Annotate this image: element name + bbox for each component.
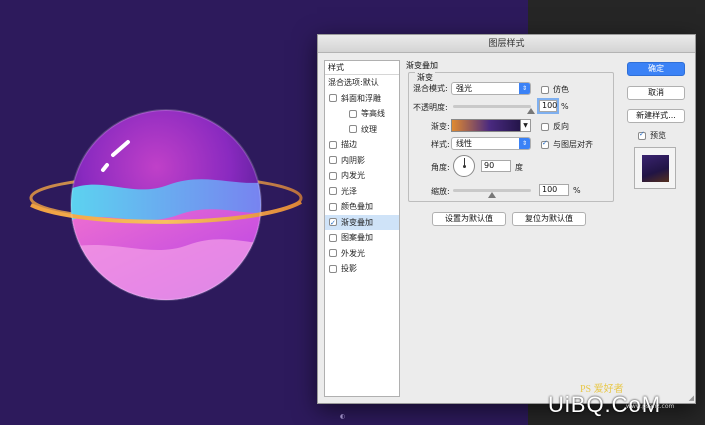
reverse-box[interactable] bbox=[541, 122, 549, 131]
gradient-dropdown[interactable]: ▼ bbox=[521, 119, 531, 132]
blend-mode-select[interactable]: 强光 ⇕ bbox=[451, 82, 531, 95]
style-checkbox[interactable] bbox=[329, 171, 337, 180]
dither-box[interactable] bbox=[541, 85, 549, 94]
style-checkbox[interactable] bbox=[329, 187, 337, 196]
opacity-unit: % bbox=[561, 102, 569, 111]
style-item-label: 描边 bbox=[341, 140, 357, 149]
chevron-updown-icon: ⇕ bbox=[519, 138, 530, 149]
reverse-checkbox[interactable]: 反向 bbox=[541, 121, 569, 132]
style-item-label: 外发光 bbox=[341, 248, 365, 258]
dialog-title[interactable]: 图层样式 bbox=[318, 35, 695, 53]
preview-box[interactable] bbox=[638, 130, 646, 140]
watermark-url: www.psahz.com bbox=[626, 403, 675, 410]
style-checkbox[interactable] bbox=[329, 264, 337, 273]
styles-header[interactable]: 样式 bbox=[325, 61, 399, 75]
style-item-6[interactable]: 内发光 bbox=[325, 168, 399, 184]
scale-unit: % bbox=[573, 186, 581, 195]
style-checkbox[interactable] bbox=[329, 140, 337, 149]
style-item-3[interactable]: 纹理 bbox=[325, 122, 399, 138]
style-item-label: 混合选项:默认 bbox=[328, 78, 379, 87]
style-preview bbox=[634, 147, 676, 189]
opacity-input[interactable]: 100 bbox=[539, 100, 557, 112]
scale-input[interactable]: 100 bbox=[539, 184, 569, 196]
style-select[interactable]: 线性 ⇕ bbox=[451, 137, 531, 150]
style-item-12[interactable]: 投影 bbox=[325, 261, 399, 277]
style-item-9[interactable]: 渐变叠加 bbox=[325, 214, 399, 232]
style-item-5[interactable]: 内阴影 bbox=[325, 153, 399, 169]
style-checkbox[interactable] bbox=[329, 94, 337, 103]
style-checkbox[interactable] bbox=[329, 156, 337, 165]
reset-default-button[interactable]: 复位为默认值 bbox=[512, 212, 586, 226]
ok-button[interactable]: 确定 bbox=[627, 62, 685, 76]
style-item-4[interactable]: 描边 bbox=[325, 137, 399, 153]
align-box[interactable] bbox=[541, 139, 549, 149]
style-item-label: 渐变叠加 bbox=[341, 217, 373, 227]
chevron-down-icon: ▼ bbox=[523, 122, 528, 129]
chevron-updown-icon: ⇕ bbox=[519, 83, 530, 94]
angle-unit: 度 bbox=[515, 163, 523, 172]
reverse-label: 反向 bbox=[553, 122, 569, 131]
style-checkbox[interactable] bbox=[329, 202, 337, 211]
preview-swatch bbox=[642, 155, 669, 182]
opacity-label: 不透明度: bbox=[413, 103, 448, 112]
gradient-overlay-panel: 渐变叠加 渐变 混合模式: 强光 ⇕ 仿色 不透明度: 100 % 渐变: ▼ bbox=[406, 60, 616, 360]
align-checkbox[interactable]: 与图层对齐 bbox=[541, 139, 593, 150]
gradient-group: 渐变 混合模式: 强光 ⇕ 仿色 不透明度: 100 % 渐变: ▼ 反向 样式… bbox=[408, 72, 614, 202]
style-item-label: 颜色叠加 bbox=[341, 202, 373, 211]
style-checkbox[interactable] bbox=[329, 216, 337, 232]
align-label: 与图层对齐 bbox=[553, 140, 593, 149]
blend-mode-label: 混合模式: bbox=[413, 84, 448, 93]
style-item-0[interactable]: 混合选项:默认 bbox=[325, 75, 399, 91]
style-item-7[interactable]: 光泽 bbox=[325, 184, 399, 200]
planet-artwork bbox=[29, 109, 303, 301]
opacity-slider[interactable] bbox=[453, 105, 531, 108]
style-item-label: 光泽 bbox=[341, 186, 357, 196]
style-checkbox[interactable] bbox=[349, 125, 357, 134]
style-item-11[interactable]: 外发光 bbox=[325, 246, 399, 262]
angle-label: 角度: bbox=[431, 163, 450, 172]
style-item-10[interactable]: 图案叠加 bbox=[325, 230, 399, 246]
gradient-label: 渐变: bbox=[431, 122, 450, 131]
site-watermark: PS 爱好者 UiBQ.CoM www.psahz.com bbox=[548, 380, 698, 420]
layer-style-dialog: 图层样式 样式 混合选项:默认斜面和浮雕等高线纹理描边内阴影内发光光泽颜色叠加渐… bbox=[317, 34, 696, 404]
style-item-label: 纹理 bbox=[361, 124, 377, 134]
opacity-slider-thumb[interactable] bbox=[527, 108, 535, 114]
angle-input[interactable]: 90 bbox=[481, 160, 511, 172]
style-item-label: 等高线 bbox=[361, 109, 385, 118]
style-item-1[interactable]: 斜面和浮雕 bbox=[325, 91, 399, 107]
preview-label: 预览 bbox=[650, 131, 666, 140]
style-item-2[interactable]: 等高线 bbox=[325, 106, 399, 122]
scale-label: 缩放: bbox=[431, 187, 450, 196]
style-checkbox[interactable] bbox=[329, 249, 337, 258]
canvas-marker-icon: ◐ bbox=[340, 413, 346, 420]
style-value: 线性 bbox=[456, 139, 472, 148]
style-item-label: 内发光 bbox=[341, 171, 365, 180]
style-checkbox[interactable] bbox=[329, 233, 337, 242]
set-default-button[interactable]: 设置为默认值 bbox=[432, 212, 506, 226]
section-title: 渐变叠加 bbox=[406, 61, 438, 70]
style-item-label: 斜面和浮雕 bbox=[341, 93, 381, 103]
style-item-label: 投影 bbox=[341, 264, 357, 273]
scale-slider-thumb[interactable] bbox=[488, 192, 496, 198]
group-title: 渐变 bbox=[415, 72, 435, 83]
dither-label: 仿色 bbox=[553, 85, 569, 94]
angle-dial[interactable] bbox=[453, 155, 475, 177]
styles-list: 样式 混合选项:默认斜面和浮雕等高线纹理描边内阴影内发光光泽颜色叠加渐变叠加图案… bbox=[324, 60, 400, 397]
gradient-swatch[interactable] bbox=[451, 119, 521, 132]
new-style-button[interactable]: 新建样式... bbox=[627, 109, 685, 123]
style-item-8[interactable]: 颜色叠加 bbox=[325, 199, 399, 215]
style-label: 样式: bbox=[431, 140, 450, 149]
style-item-label: 内阴影 bbox=[341, 155, 365, 165]
dither-checkbox[interactable]: 仿色 bbox=[541, 84, 569, 95]
blend-mode-value: 强光 bbox=[456, 84, 472, 93]
preview-checkbox[interactable]: 预览 bbox=[638, 130, 666, 141]
style-item-label: 图案叠加 bbox=[341, 233, 373, 242]
cancel-button[interactable]: 取消 bbox=[627, 86, 685, 100]
style-checkbox[interactable] bbox=[349, 109, 357, 118]
